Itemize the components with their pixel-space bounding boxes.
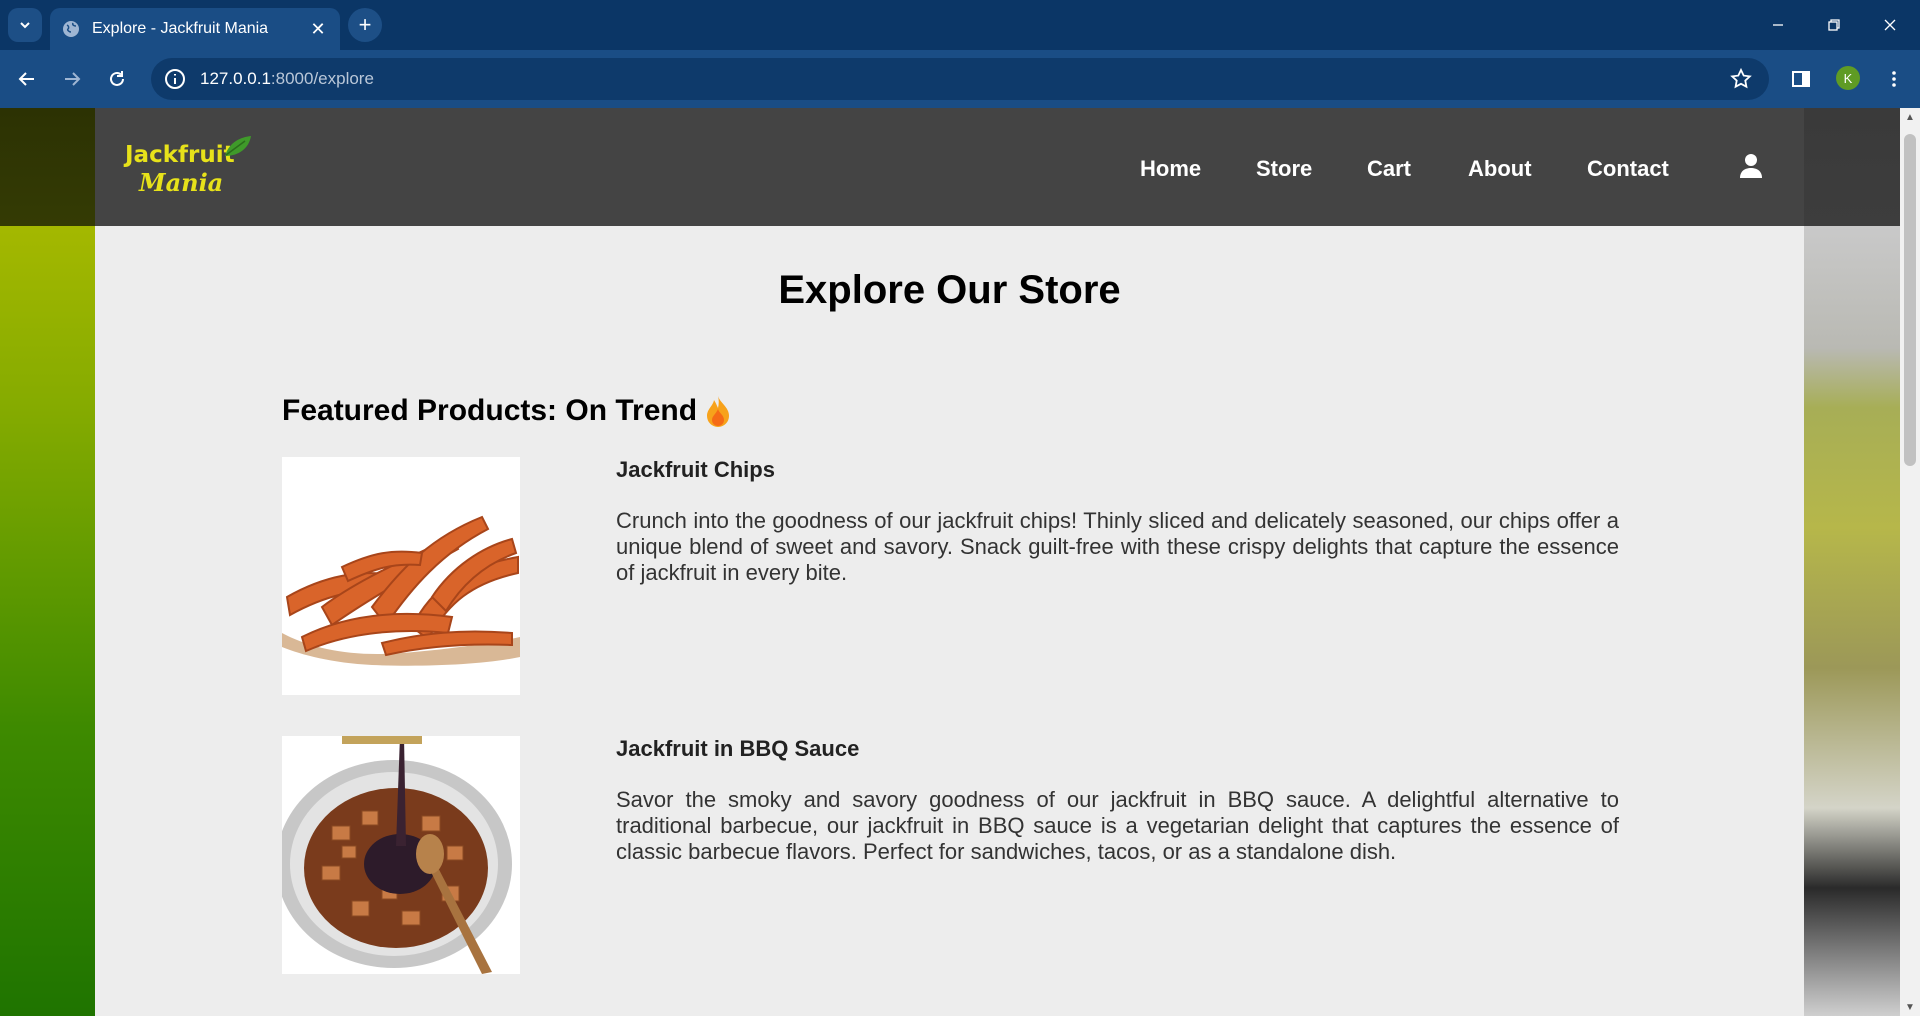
- page-scrollbar[interactable]: ▲ ▼: [1900, 108, 1920, 1016]
- browser-tab-bar: Explore - Jackfruit Mania ✕ +: [0, 0, 1920, 50]
- fire-icon: [707, 396, 730, 427]
- product-name: Jackfruit Chips: [616, 457, 775, 482]
- logo-text-line2: Mania: [139, 168, 224, 197]
- reload-button[interactable]: [99, 61, 135, 97]
- site-logo[interactable]: Jackfruit Mania: [125, 134, 255, 204]
- product-image-chips[interactable]: [282, 457, 520, 695]
- restore-button[interactable]: [1806, 0, 1862, 50]
- product-description: Savor the smoky and savory goodness of o…: [616, 787, 1619, 864]
- menu-button[interactable]: [1876, 61, 1912, 97]
- scroll-down-icon[interactable]: ▼: [1900, 998, 1920, 1016]
- browser-toolbar: 127.0.0.1:8000/explore K: [0, 50, 1920, 108]
- product-card: Jackfruit in BBQ Sauce Savor the smoky a…: [282, 736, 1713, 976]
- bbq-illustration: [282, 736, 512, 974]
- product-card: Jackfruit Chips Crunch into the goodness…: [282, 457, 1713, 697]
- bookmark-star-icon[interactable]: [1729, 67, 1753, 91]
- forward-button[interactable]: [54, 61, 90, 97]
- user-icon[interactable]: [1738, 152, 1764, 180]
- more-vertical-icon: [1892, 71, 1896, 87]
- tab-title: Explore - Jackfruit Mania: [92, 20, 269, 37]
- section-title: Featured Products: On Trend: [282, 394, 731, 428]
- scrollbar-thumb[interactable]: [1904, 134, 1916, 466]
- minimize-icon: [1773, 24, 1783, 26]
- globe-icon: [63, 21, 79, 37]
- page-title: Explore Our Store: [778, 268, 1121, 312]
- chevron-down-icon: [20, 22, 30, 29]
- url-host: 127.0.0.1: [200, 69, 271, 88]
- restore-icon: [1828, 19, 1840, 31]
- page-content: Jackfruit Mania Home Store Cart About Co…: [95, 108, 1804, 1016]
- nav-cart[interactable]: Cart: [1367, 156, 1411, 182]
- product-image-bbq[interactable]: [282, 736, 520, 974]
- new-tab-button[interactable]: +: [348, 8, 382, 42]
- back-button[interactable]: [9, 61, 45, 97]
- background-left: [0, 108, 95, 1016]
- product-name: Jackfruit in BBQ Sauce: [616, 736, 860, 761]
- address-bar[interactable]: 127.0.0.1:8000/explore: [151, 58, 1769, 100]
- page-viewport: Jackfruit Mania Home Store Cart About Co…: [0, 108, 1900, 1016]
- reload-icon: [110, 71, 124, 86]
- chips-illustration: [282, 515, 520, 666]
- side-panel-icon: [1792, 71, 1810, 87]
- close-tab-icon[interactable]: ✕: [304, 15, 332, 43]
- site-header: Jackfruit Mania Home Store Cart About Co…: [95, 108, 1804, 226]
- logo-text-line1: Jackfruit: [125, 142, 235, 168]
- arrow-left-icon: [18, 72, 34, 86]
- profile-avatar[interactable]: K: [1836, 66, 1860, 90]
- leaf-icon: [225, 136, 251, 156]
- close-window-button[interactable]: [1862, 0, 1918, 50]
- nav-about[interactable]: About: [1468, 156, 1532, 182]
- url-path: :8000/explore: [270, 69, 374, 88]
- side-panel-button[interactable]: [1783, 61, 1819, 97]
- plus-icon: +: [358, 12, 372, 37]
- product-description: Crunch into the goodness of our jackfrui…: [616, 508, 1619, 585]
- site-info-icon[interactable]: [164, 68, 186, 90]
- nav-store[interactable]: Store: [1256, 156, 1312, 182]
- scroll-up-icon[interactable]: ▲: [1900, 108, 1920, 126]
- close-icon: [1884, 19, 1896, 31]
- browser-tab-active[interactable]: Explore - Jackfruit Mania ✕: [50, 8, 340, 50]
- nav-contact[interactable]: Contact: [1587, 156, 1669, 182]
- tab-search-button[interactable]: [8, 8, 42, 42]
- minimize-button[interactable]: [1750, 0, 1806, 50]
- background-right: [1804, 108, 1900, 1016]
- arrow-right-icon: [65, 72, 81, 86]
- nav-home[interactable]: Home: [1140, 156, 1201, 182]
- section-title-text: Featured Products: On Trend: [282, 394, 698, 427]
